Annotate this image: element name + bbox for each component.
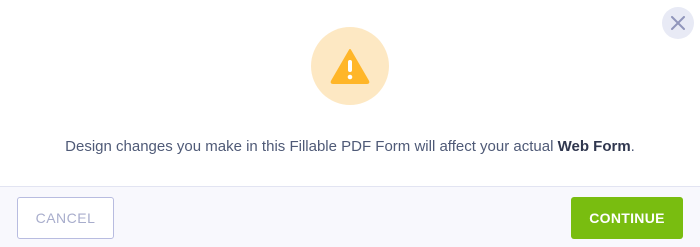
message-text: Design changes you make in this Fillable… — [65, 138, 558, 155]
close-icon — [671, 16, 685, 30]
message-suffix: . — [630, 138, 635, 155]
warning-triangle-icon — [330, 49, 370, 84]
dialog-message: Design changes you make in this Fillable… — [0, 137, 700, 157]
cancel-button[interactable]: CANCEL — [17, 197, 114, 239]
close-button[interactable] — [662, 7, 694, 39]
message-emphasis: Web Form — [557, 138, 631, 155]
continue-button[interactable]: CONTINUE — [571, 197, 683, 239]
warning-badge — [311, 27, 389, 105]
warning-dialog: Design changes you make in this Fillable… — [0, 0, 700, 247]
dialog-footer: CANCEL CONTINUE — [0, 186, 700, 247]
